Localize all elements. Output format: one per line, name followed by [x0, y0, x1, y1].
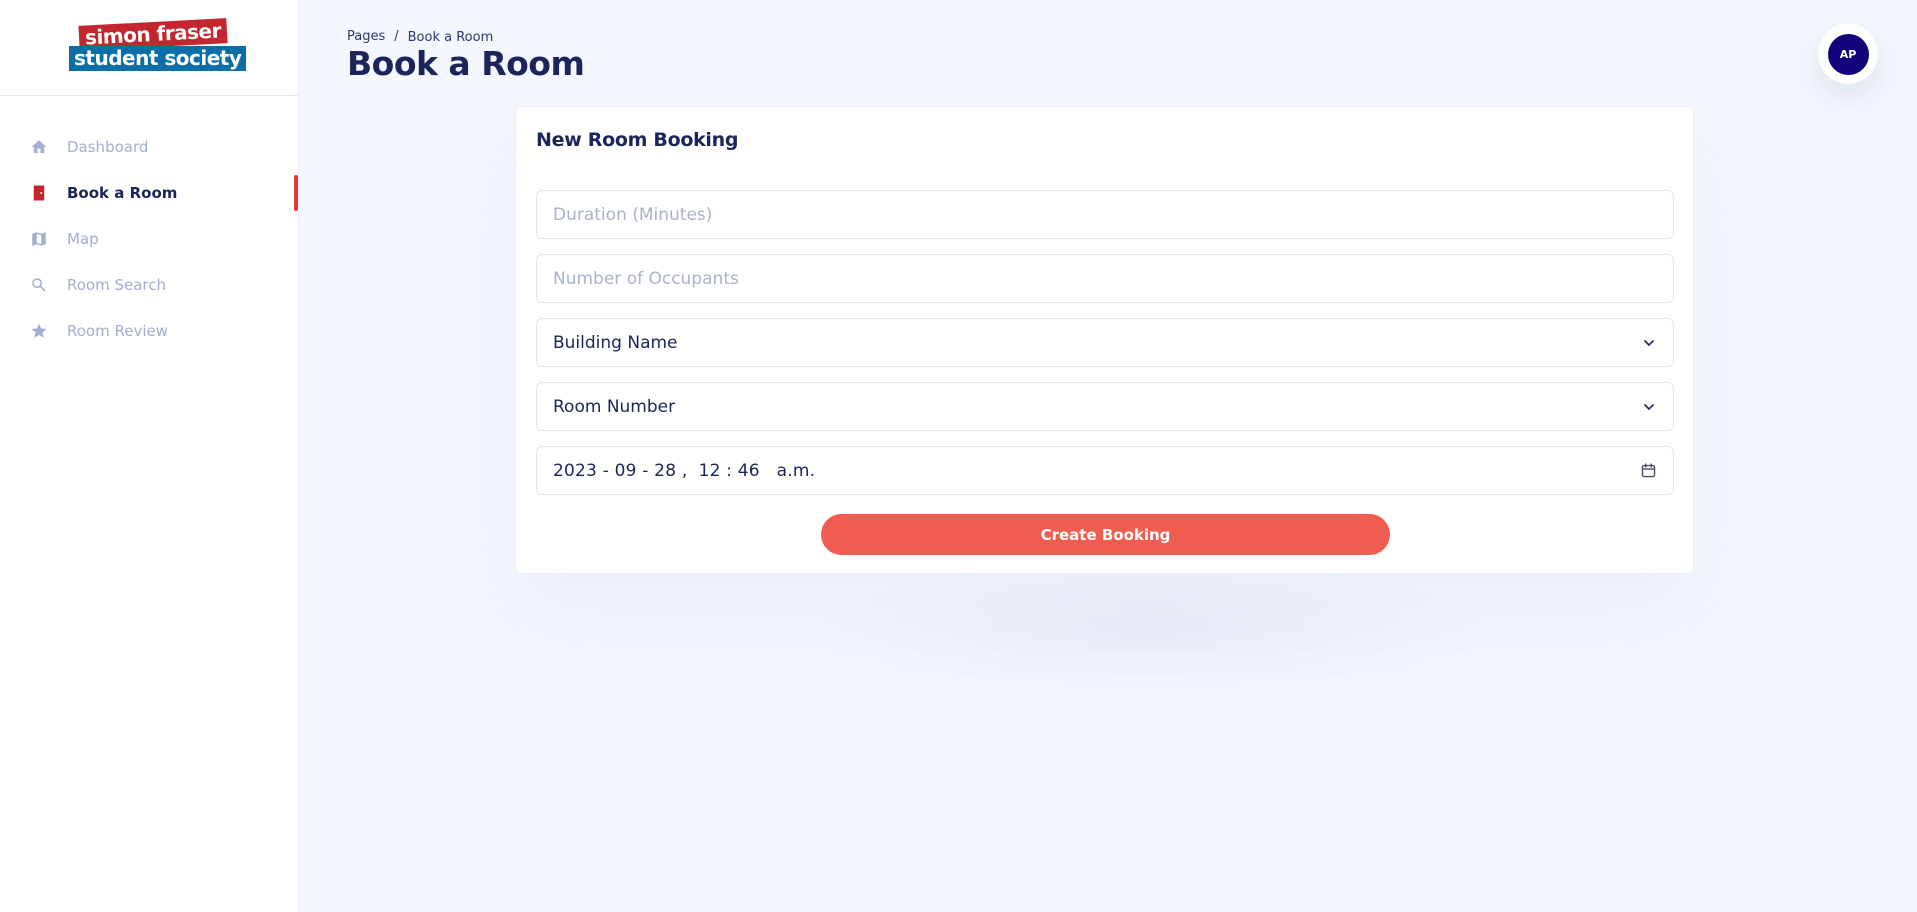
sidebar-item-room-review[interactable]: Room Review	[0, 308, 298, 354]
booking-card: New Room Booking Building Name Room Numb…	[515, 106, 1694, 574]
logo-line-2: student society	[69, 45, 247, 71]
breadcrumb-separator: /	[394, 29, 399, 44]
sidebar-nav: Dashboard Book a Room Map Room Search Ro…	[0, 124, 298, 354]
sidebar: simon fraser student society Dashboard B…	[0, 0, 299, 912]
datetime-value[interactable]: 2023 - 09 - 28 , 12 : 46 a.m.	[553, 461, 1640, 481]
map-icon	[30, 230, 48, 248]
breadcrumb-root[interactable]: Pages	[347, 29, 385, 44]
breadcrumb: Pages / Book a Room	[347, 28, 493, 45]
user-menu[interactable]: AP	[1818, 24, 1878, 84]
room-select[interactable]: Room Number	[536, 382, 1674, 431]
occupants-field[interactable]	[536, 254, 1674, 303]
sidebar-item-label: Map	[67, 230, 99, 248]
chevron-down-icon	[1644, 339, 1654, 346]
duration-input[interactable]	[553, 204, 1657, 225]
avatar[interactable]: AP	[1827, 33, 1869, 75]
home-icon	[30, 138, 48, 156]
star-icon	[30, 322, 48, 340]
sidebar-item-label: Book a Room	[67, 184, 178, 202]
datetime-field[interactable]: 2023 - 09 - 28 , 12 : 46 a.m.	[536, 446, 1674, 495]
calendar-icon[interactable]	[1640, 462, 1657, 479]
sidebar-item-label: Room Review	[67, 322, 169, 340]
sidebar-item-map[interactable]: Map	[0, 216, 298, 262]
sfss-logo[interactable]: simon fraser student society	[69, 17, 247, 76]
sidebar-item-dashboard[interactable]: Dashboard	[0, 124, 298, 170]
sidebar-item-label: Room Search	[67, 276, 167, 294]
sidebar-item-label: Dashboard	[67, 138, 149, 156]
search-icon	[30, 276, 48, 294]
breadcrumb-current: Book a Room	[407, 30, 494, 45]
room-select-value: Room Number	[553, 396, 676, 417]
occupants-input[interactable]	[553, 268, 1657, 289]
building-select-value: Building Name	[553, 332, 678, 353]
duration-field[interactable]	[536, 190, 1674, 239]
logo-area: simon fraser student society	[0, 0, 298, 96]
door-icon	[30, 184, 48, 202]
sidebar-item-room-search[interactable]: Room Search	[0, 262, 298, 308]
active-indicator	[294, 175, 298, 211]
page-title: Book a Room	[347, 44, 585, 83]
sidebar-item-book-a-room[interactable]: Book a Room	[0, 170, 298, 216]
chevron-down-icon	[1644, 403, 1654, 410]
background-glow	[800, 560, 1500, 700]
building-select[interactable]: Building Name	[536, 318, 1674, 367]
create-booking-button[interactable]: Create Booking	[821, 514, 1390, 555]
card-title: New Room Booking	[536, 129, 739, 151]
